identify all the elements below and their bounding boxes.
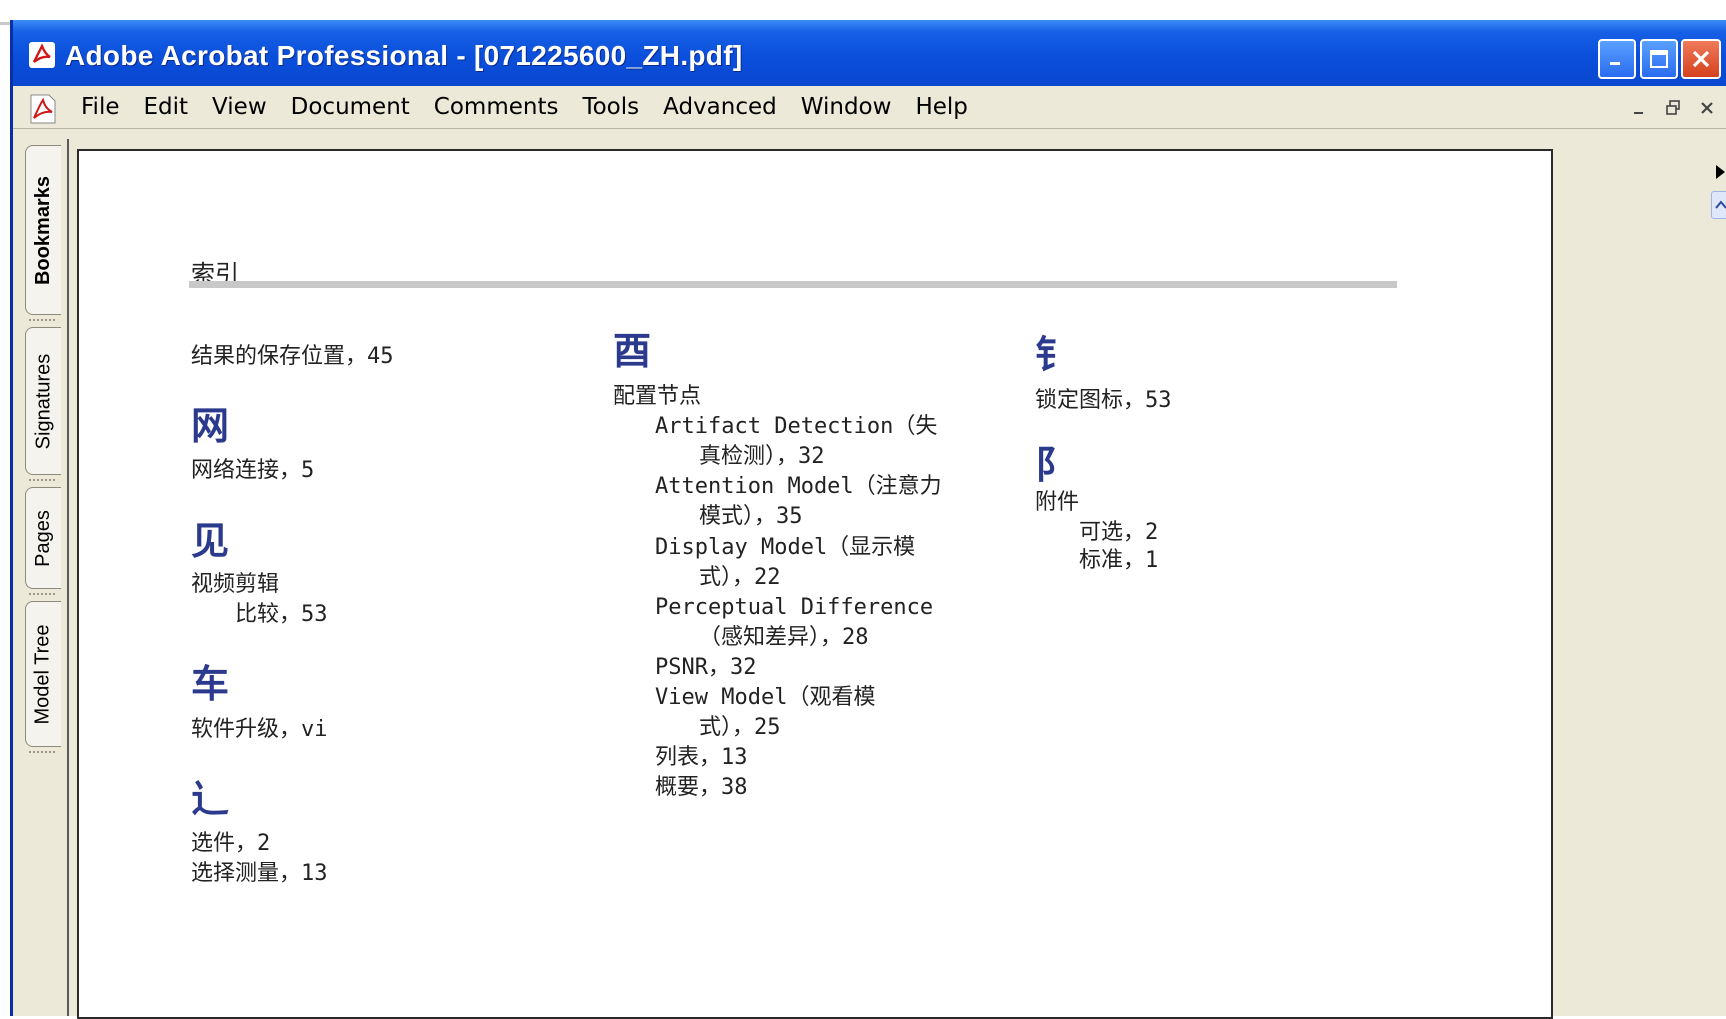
menu-edit[interactable]: Edit xyxy=(132,86,201,128)
maximize-icon xyxy=(1650,50,1668,68)
document-view[interactable]: 索引 结果的保存位置，45 网 网络连接，5 见 视频剪辑 比较，53 车 软件… xyxy=(67,139,1711,1019)
pdf-document-icon[interactable] xyxy=(29,94,57,124)
tab-grip xyxy=(29,751,55,759)
index-subentry: Attention Model（注意力 xyxy=(655,474,942,499)
index-subentry: 比较，53 xyxy=(235,602,328,627)
index-radical-heading: 见 xyxy=(191,519,230,563)
index-radical-heading: 辶 xyxy=(191,777,230,821)
window-title: Adobe Acrobat Professional - [071225600_… xyxy=(65,40,743,71)
tab-model-tree[interactable]: Model Tree xyxy=(25,601,61,747)
scroll-up-button[interactable] xyxy=(1711,191,1726,219)
menu-items: File Edit View Document Comments Tools A… xyxy=(69,86,980,128)
index-entry: 视频剪辑 xyxy=(191,572,280,597)
index-subentry: 可选，2 xyxy=(1079,520,1159,545)
tab-pages[interactable]: Pages xyxy=(25,487,61,589)
index-radical-heading: 车 xyxy=(191,662,230,706)
menu-advanced[interactable]: Advanced xyxy=(651,86,789,128)
tab-bookmarks-label: Bookmarks xyxy=(32,175,54,285)
acrobat-window: Adobe Acrobat Professional - [071225600_… xyxy=(10,20,1726,1019)
index-entry: 选件，2 xyxy=(191,831,271,856)
index-entry: 网络连接，5 xyxy=(191,458,315,483)
title-divider xyxy=(189,281,1397,288)
index-subentry: Artifact Detection（失 xyxy=(655,414,938,439)
tab-model-tree-label: Model Tree xyxy=(32,623,54,725)
menu-help[interactable]: Help xyxy=(903,86,979,128)
menu-window[interactable]: Window xyxy=(789,86,904,128)
index-subentry: PSNR，32 xyxy=(655,655,757,680)
doc-close-button[interactable] xyxy=(1693,94,1721,122)
index-subentry: 标准，1 xyxy=(1079,548,1159,573)
minimize-button[interactable] xyxy=(1598,39,1636,79)
index-entry: 配置节点 xyxy=(613,384,702,409)
index-subentry: View Model（观看模 xyxy=(655,685,876,710)
tab-bookmarks[interactable]: Bookmarks xyxy=(25,145,61,315)
restore-icon xyxy=(1666,100,1680,115)
triangle-right-icon xyxy=(1716,165,1725,179)
title-bar[interactable]: Adobe Acrobat Professional - [071225600_… xyxy=(13,20,1726,86)
index-subentry-continued: 式），22 xyxy=(699,565,781,590)
minimize-icon xyxy=(1610,62,1620,65)
index-subentry-continued: 模式），35 xyxy=(699,504,803,529)
menu-document[interactable]: Document xyxy=(279,86,422,128)
menu-tools[interactable]: Tools xyxy=(570,86,651,128)
right-panel-strip xyxy=(1709,129,1726,1016)
tab-grip xyxy=(29,593,55,601)
minimize-icon xyxy=(1634,112,1643,114)
index-radical-heading: 钅 xyxy=(1035,333,1074,377)
index-subentry: 概要，38 xyxy=(655,775,748,800)
index-subentry: Display Model（显示模 xyxy=(655,535,916,560)
menu-view[interactable]: View xyxy=(200,86,279,128)
index-subentry-continued: 真检测），32 xyxy=(699,444,825,469)
index-entry: 结果的保存位置，45 xyxy=(191,344,394,369)
navigation-panel: Bookmarks Signatures Pages Model Tree xyxy=(13,129,63,1016)
index-subentry-continued: （感知差异），28 xyxy=(699,625,869,650)
index-subentry: 列表，13 xyxy=(655,745,748,770)
work-area: Bookmarks Signatures Pages Model Tree 索引… xyxy=(13,129,1726,1019)
tab-signatures-label: Signatures xyxy=(32,353,54,449)
close-icon xyxy=(1692,50,1710,68)
tab-signatures[interactable]: Signatures xyxy=(25,327,61,475)
pdf-page: 索引 结果的保存位置，45 网 网络连接，5 见 视频剪辑 比较，53 车 软件… xyxy=(77,149,1553,1019)
expand-panel-arrow-icon[interactable] xyxy=(1711,159,1726,185)
index-subentry: Perceptual Difference xyxy=(655,595,934,620)
acrobat-app-icon[interactable] xyxy=(29,42,55,68)
index-entry: 选择测量，13 xyxy=(191,861,328,886)
menu-file[interactable]: File xyxy=(69,86,132,128)
index-entry: 软件升级，vi xyxy=(191,717,328,742)
document-window-controls xyxy=(1625,94,1721,122)
index-subentry-continued: 式），25 xyxy=(699,715,781,740)
index-radical-heading: 网 xyxy=(191,404,230,448)
close-icon xyxy=(1701,102,1713,114)
close-button[interactable] xyxy=(1681,39,1721,79)
tab-pages-label: Pages xyxy=(32,509,54,567)
menu-comments[interactable]: Comments xyxy=(422,86,571,128)
menu-bar: File Edit View Document Comments Tools A… xyxy=(13,86,1726,129)
doc-minimize-button[interactable] xyxy=(1625,94,1653,122)
doc-restore-button[interactable] xyxy=(1659,94,1687,122)
index-entry: 锁定图标，53 xyxy=(1035,388,1172,413)
index-radical-heading: 酉 xyxy=(613,329,652,373)
tab-grip xyxy=(29,479,55,487)
chevron-up-icon xyxy=(1715,200,1726,209)
maximize-button[interactable] xyxy=(1640,39,1678,79)
index-entry: 附件 xyxy=(1035,490,1080,515)
tab-grip xyxy=(29,319,55,327)
index-radical-heading: 阝 xyxy=(1035,443,1074,487)
